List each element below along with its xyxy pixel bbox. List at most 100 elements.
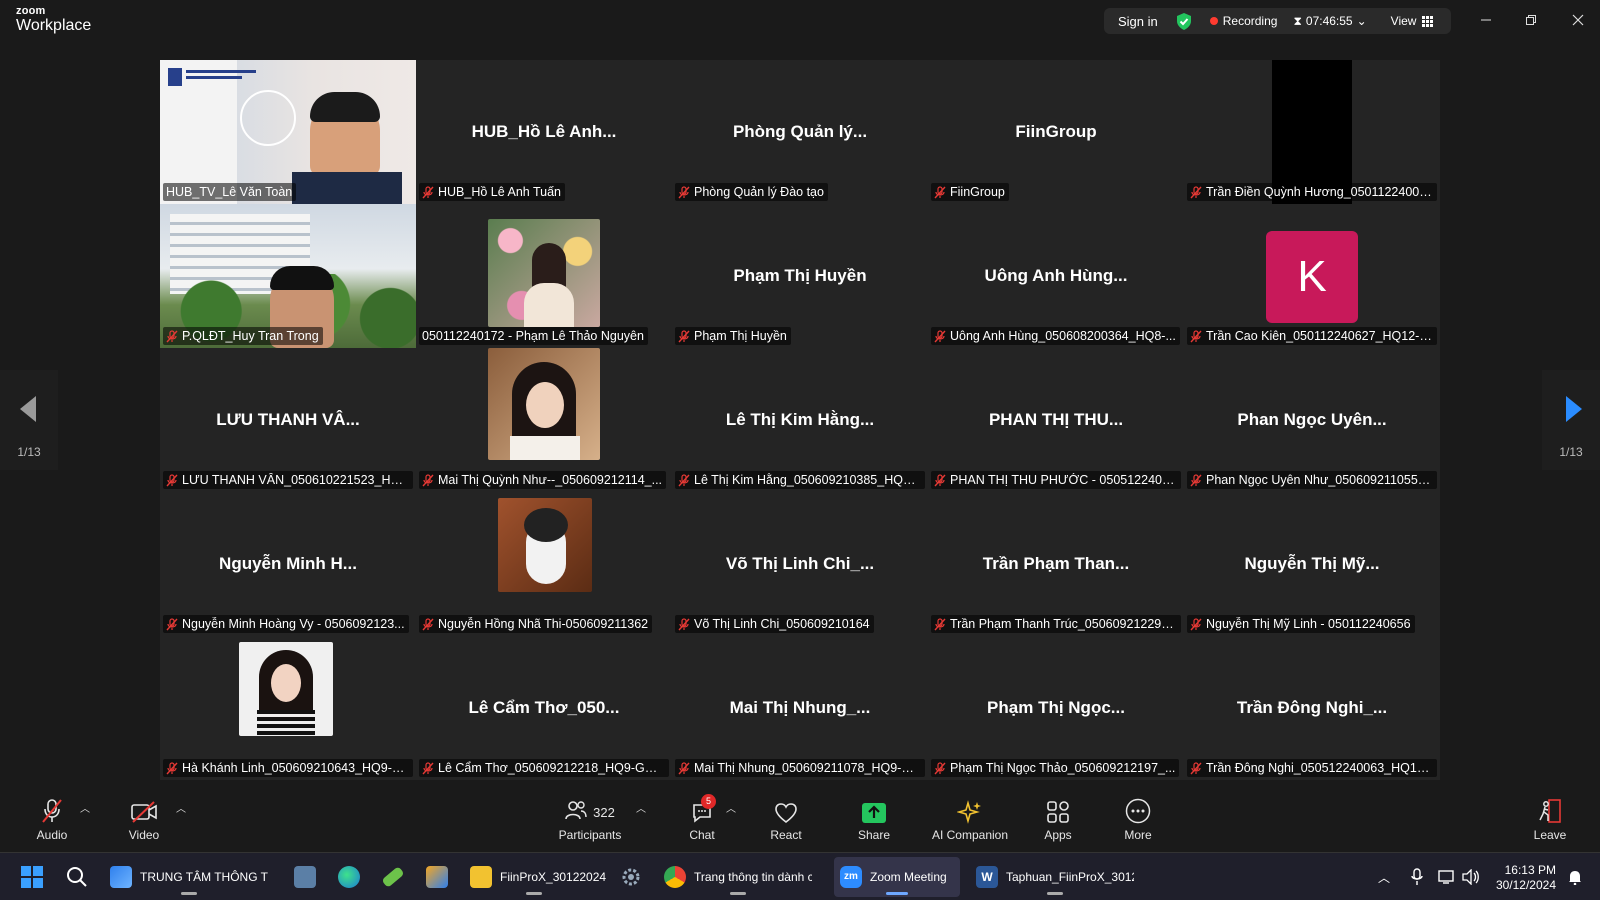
chat-button[interactable]: 5 Chat <box>682 792 722 846</box>
taskbar-app-edge[interactable] <box>332 857 366 897</box>
photos-icon <box>426 866 448 888</box>
windows-logo-icon <box>21 866 43 888</box>
video-options-caret-icon[interactable]: ︿ <box>176 800 186 815</box>
more-button[interactable]: More <box>1116 792 1160 846</box>
participant-tile[interactable]: K Trần Cao Kiên_050112240627_HQ12-B... <box>1184 204 1440 348</box>
participant-tile[interactable]: Nguyễn Minh H... Nguyễn Minh Hoàng Vy - 0… <box>160 492 416 636</box>
participant-tile[interactable]: HUB_Hồ Lê Anh... HUB_Hồ Lê Anh Tuấn <box>416 60 672 204</box>
notifications-bell-icon[interactable] <box>1562 857 1588 897</box>
minimize-button[interactable] <box>1474 8 1498 32</box>
sign-in-button[interactable]: Sign in <box>1118 14 1158 29</box>
next-page-button[interactable]: 1/13 <box>1542 370 1600 470</box>
video-gallery: HUB_TV_Lê Văn Toàn HUB_Hồ Lê Anh... HUB_Hồ… <box>160 60 1440 780</box>
leave-button[interactable]: Leave <box>1528 792 1572 846</box>
taskbar-app-zoom[interactable]: zm Zoom Meeting <box>834 857 960 897</box>
participant-display-name: Phạm Thị Ngọc... <box>987 698 1125 717</box>
share-label: Share <box>857 828 891 842</box>
participant-tile[interactable]: Trần Đông Nghi_... Trần Đông Nghi_0505122… <box>1184 636 1440 780</box>
video-button[interactable]: Video <box>124 792 164 846</box>
participant-tile[interactable]: LƯU THANH VÂ... LƯU THANH VÂN_05061022152… <box>160 348 416 492</box>
ai-companion-button[interactable]: AI Companion <box>925 792 1015 846</box>
audio-label: Audio <box>36 828 68 842</box>
participant-name-tag: Trần Đông Nghi_050512240063_HQ12... <box>1187 759 1437 777</box>
tray-volume-icon[interactable] <box>1456 857 1486 897</box>
recording-dot-icon <box>1209 17 1218 25</box>
video-label: Video <box>128 828 160 842</box>
participant-tile[interactable]: 050112240172 - Phạm Lê Thảo Nguyên <box>416 204 672 348</box>
taskbar-app-fiinprox-folder[interactable]: FiinProX_30122024 <box>464 857 606 897</box>
participant-tile[interactable]: Mai Thị Quỳnh Như--_050609212114_... <box>416 348 672 492</box>
participant-tile[interactable]: Trần Điền Quỳnh Hương_05011224009... <box>1184 60 1440 204</box>
apps-button[interactable]: Apps <box>1036 792 1080 846</box>
participant-name-tag: Trần Phạm Thanh Trúc_050609212297_... <box>931 615 1181 633</box>
tray-mic-icon[interactable] <box>1404 857 1430 897</box>
mic-muted-icon <box>934 761 946 774</box>
participant-tile[interactable]: Mai Thị Nhung_... Mai Thị Nhung_050609211… <box>672 636 928 780</box>
start-button[interactable] <box>14 857 50 897</box>
participant-tile[interactable]: Phan Ngọc Uyên... Phan Ngọc Uyên Như_0506… <box>1184 348 1440 492</box>
participant-tile[interactable]: Hà Khánh Linh_050609210643_HQ9-G... <box>160 636 416 780</box>
participant-display-name: Trần Phạm Than... <box>982 554 1130 573</box>
ruler-icon <box>381 866 405 888</box>
participant-tile[interactable]: HUB_TV_Lê Văn Toàn <box>160 60 416 204</box>
participant-tile[interactable]: Lê Thị Kim Hằng... Lê Thị Kim Hằng_050609… <box>672 348 928 492</box>
view-button[interactable]: View <box>1391 14 1434 28</box>
logo-zoom-text: zoom <box>16 5 46 17</box>
arrow-left-icon <box>20 396 36 422</box>
participant-tile[interactable]: Trần Phạm Than... Trần Phạm Thanh Trúc_05… <box>928 492 1184 636</box>
participant-name: Hà Khánh Linh_050609210643_HQ9-G... <box>182 761 409 775</box>
taskbar-clock[interactable]: 16:13 PM 30/12/2024 <box>1496 863 1556 893</box>
participant-display-name: HUB_Hồ Lê Anh... <box>471 122 617 141</box>
participants-options-caret-icon[interactable]: ︿ <box>636 800 646 815</box>
participant-name: Võ Thị Linh Chi_050609210164 <box>694 617 870 631</box>
taskbar-app-chrome[interactable]: Trang thông tin dành ch <box>658 857 818 897</box>
participant-tile[interactable]: P.QLĐT_Huy Tran Trong <box>160 204 416 348</box>
taskbar-app-ruler[interactable] <box>376 857 410 897</box>
chat-options-caret-icon[interactable]: ︿ <box>726 800 736 815</box>
clock-date: 30/12/2024 <box>1495 878 1556 892</box>
taskbar-app-settings[interactable] <box>614 857 648 897</box>
participant-tile[interactable]: Phạm Thị Ngọc... Phạm Thị Ngọc Thảo_05060… <box>928 636 1184 780</box>
taskbar-search-button[interactable] <box>60 857 94 897</box>
participant-name: Mai Thị Nhung_050609211078_HQ9-G... <box>694 761 921 775</box>
previous-page-button[interactable]: 1/13 <box>0 370 58 470</box>
share-button[interactable]: Share <box>852 792 896 846</box>
audio-options-caret-icon[interactable]: ︿ <box>80 800 90 815</box>
page-indicator-right: 1/13 <box>1559 445 1583 459</box>
participants-icon <box>565 801 587 820</box>
participant-name-tag: Hà Khánh Linh_050609210643_HQ9-G... <box>163 759 413 777</box>
close-button[interactable] <box>1566 8 1590 32</box>
meeting-timer[interactable]: ⧗ 07:46:55 ⌄ <box>1293 14 1366 29</box>
participant-name-tag: PHAN THỊ THU PHƯỚC - 0505122402... <box>931 471 1181 489</box>
participant-name-tag: Lê Cẩm Thơ_050609212218_HQ9-GE12 <box>419 759 669 777</box>
taskbar-app-photos[interactable] <box>420 857 454 897</box>
recording-label[interactable]: Recording <box>1223 14 1278 28</box>
restore-button[interactable] <box>1519 8 1543 32</box>
participant-name: Lê Thị Kim Hằng_050609210385_HQ9-... <box>694 473 921 487</box>
participant-tile[interactable]: Võ Thị Linh Chi_... Võ Thị Linh Chi_05060… <box>672 492 928 636</box>
participant-tile[interactable]: Nguyễn Thị Mỹ... Nguyễn Thị Mỹ Linh - 050… <box>1184 492 1440 636</box>
meeting-status-bar: Sign in Recording ⧗ 07:46:55 ⌄ View <box>1104 8 1451 34</box>
participant-tile[interactable]: Lê Cẩm Thơ_050... Lê Cẩm Thơ_050609212218… <box>416 636 672 780</box>
participants-button[interactable]: 322 Participants <box>555 792 625 846</box>
audio-button[interactable]: Audio <box>32 792 72 846</box>
participant-tile[interactable]: Uông Anh Hùng... Uông Anh Hùng_0506082003… <box>928 204 1184 348</box>
participant-tile[interactable]: FiinGroup FiinGroup <box>928 60 1184 204</box>
participant-tile[interactable]: Phòng Quản lý... Phòng Quản lý Đào tạo <box>672 60 928 204</box>
grid-icon <box>1422 15 1434 27</box>
participant-name: Phòng Quản lý Đào tạo <box>694 185 824 199</box>
mic-muted-icon <box>422 473 434 486</box>
encryption-shield-icon[interactable] <box>1176 12 1192 30</box>
participant-display-name: Trần Đông Nghi_... <box>1236 698 1388 717</box>
participant-tile[interactable]: Nguyễn Hồng Nhã Thi-050609211362 <box>416 492 672 636</box>
participant-name: HUB_TV_Lê Văn Toàn <box>166 185 293 199</box>
participant-tile[interactable]: PHAN THỊ THU... PHAN THỊ THU PHƯỚC - 0505… <box>928 348 1184 492</box>
taskbar-app-trungtam[interactable]: TRUNG TÂM THÔNG TI <box>104 857 274 897</box>
tray-overflow-button[interactable]: ︿ <box>1372 857 1396 897</box>
taskbar-app-word[interactable]: W Taphuan_FiinProX_30122 <box>970 857 1140 897</box>
participant-tile[interactable]: Phạm Thị Huyền Phạm Thị Huyền <box>672 204 928 348</box>
taskbar-app-calculator[interactable] <box>288 857 322 897</box>
participant-display-name: Mai Thị Nhung_... <box>729 698 871 717</box>
participant-name: Nguyễn Thị Mỹ Linh - 050112240656 <box>1206 617 1411 631</box>
react-button[interactable]: React <box>764 792 808 846</box>
